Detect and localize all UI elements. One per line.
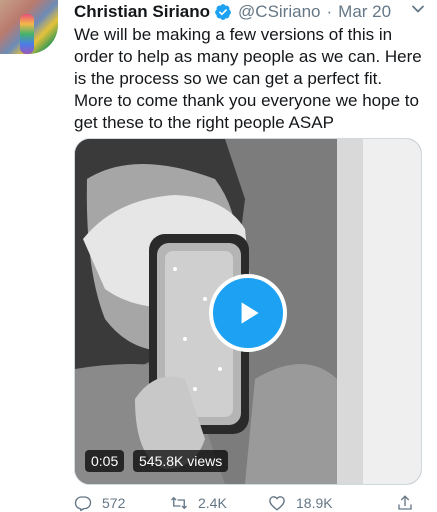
share-icon xyxy=(398,495,412,510)
tweet-text-line: is the process so we can get a perfect f… xyxy=(74,69,383,88)
play-button[interactable] xyxy=(209,274,287,352)
avatar[interactable] xyxy=(0,0,58,54)
chevron-down-icon[interactable] xyxy=(411,2,425,16)
tweet-text: We will be making a few versions of this… xyxy=(74,24,424,134)
video-player[interactable]: 0:05 545.8K views xyxy=(74,138,422,485)
video-duration: 0:05 xyxy=(85,450,125,472)
retweet-icon xyxy=(171,496,187,510)
like-count: 18.9K xyxy=(296,495,333,511)
tweet-text-line: More to come thank you everyone we hope … xyxy=(74,91,419,110)
tweet-text-line: We will be making a few versions of this… xyxy=(74,25,393,44)
heart-icon xyxy=(269,496,285,511)
verified-badge-icon xyxy=(214,3,232,21)
reply-count: 572 xyxy=(102,495,126,511)
tweet-text-line: get these to the right people ASAP xyxy=(74,113,334,132)
reply-button[interactable]: 572 xyxy=(74,494,125,512)
tweet-text-line: order to help as many people as we can. … xyxy=(74,47,422,66)
video-views: 545.8K views xyxy=(133,450,229,472)
tweet-actions: 572 2.4K 18.9K xyxy=(74,494,424,512)
retweet-button[interactable]: 2.4K xyxy=(170,494,227,512)
share-button[interactable] xyxy=(396,494,424,512)
tweet-header: Christian Siriano @CSiriano · Mar 20 xyxy=(74,0,391,24)
like-button[interactable]: 18.9K xyxy=(268,494,333,512)
separator-dot: · xyxy=(326,2,333,21)
author-name[interactable]: Christian Siriano xyxy=(74,2,210,22)
author-handle[interactable]: @CSiriano xyxy=(238,2,320,22)
tweet-date[interactable]: Mar 20 xyxy=(338,2,391,22)
play-icon xyxy=(241,302,259,324)
reply-icon xyxy=(74,496,92,512)
retweet-count: 2.4K xyxy=(198,495,227,511)
